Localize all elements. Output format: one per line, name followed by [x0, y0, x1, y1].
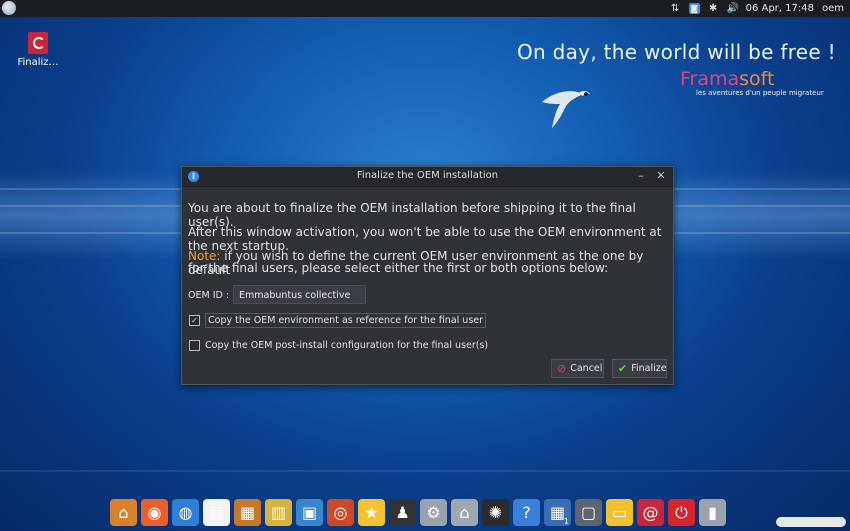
- finalize-button[interactable]: ✔ Finalize: [612, 359, 667, 378]
- debian-icon[interactable]: @: [637, 499, 664, 526]
- network-transfer-icon[interactable]: ⇅: [670, 3, 681, 14]
- framasoft-tagline: les aventures d'un peuple migrateur: [696, 89, 824, 97]
- debian-icon: [28, 32, 48, 54]
- firefox-icon[interactable]: ◉: [141, 499, 168, 526]
- system-tray: ⇅ ◙ ✱ 🔊 06 Apr, 17:48 oem: [670, 0, 844, 17]
- settings-gear-icon[interactable]: ⚙: [420, 499, 447, 526]
- workspaces-icon[interactable]: ▦ 1: [544, 499, 571, 526]
- cancel-icon: ⊘: [557, 362, 567, 375]
- trash-icon[interactable]: ▮: [699, 499, 726, 526]
- clock[interactable]: 06 Apr, 17:48: [746, 3, 814, 14]
- dialog-title: Finalize the OEM installation: [356, 170, 499, 181]
- dialog-titlebar[interactable]: i Finalize the OEM installation – ✕: [182, 167, 673, 187]
- media-player-icon[interactable]: ◎: [327, 499, 354, 526]
- option-copy-environment[interactable]: ✓ Copy the OEM environment as reference …: [189, 313, 487, 328]
- note-line-2: for the final users, please select eithe…: [188, 261, 609, 275]
- menu-icon[interactable]: [2, 1, 16, 15]
- desktop-icon-label: Finaliz…: [17, 57, 59, 68]
- workspace-number: 1: [563, 517, 569, 526]
- notes-icon[interactable]: ▭: [606, 499, 633, 526]
- window-manager-icon[interactable]: ▢: [575, 499, 602, 526]
- oem-id-label: OEM ID :: [188, 290, 230, 301]
- wallpaper-slogan: On day, the world will be free !: [516, 40, 836, 64]
- framasoft-logo: Framasoft: [680, 68, 775, 90]
- close-button[interactable]: ✕: [654, 169, 668, 183]
- option-copy-post-install[interactable]: Copy the OEM post-install configuration …: [189, 340, 488, 351]
- clapper-icon[interactable]: ▥: [265, 499, 292, 526]
- swallow-bird-icon: [542, 90, 590, 128]
- oem-id-input[interactable]: Emmabuntus collective: [233, 285, 366, 304]
- cancel-button[interactable]: ⊘ Cancel: [551, 359, 604, 378]
- top-panel: ⇅ ◙ ✱ 🔊 06 Apr, 17:48 oem: [0, 0, 850, 17]
- document-icon[interactable]: ▤: [203, 499, 230, 526]
- power-icon[interactable]: ⏻: [668, 499, 695, 526]
- globe-icon[interactable]: ◍: [172, 499, 199, 526]
- photo-icon[interactable]: ▣: [296, 499, 323, 526]
- house-settings-icon[interactable]: ⌂: [451, 499, 478, 526]
- option-label: Copy the OEM environment as reference fo…: [205, 313, 487, 328]
- checkbox-unchecked-icon[interactable]: [189, 340, 200, 351]
- minimize-button[interactable]: –: [634, 169, 648, 183]
- help-icon[interactable]: ?: [513, 499, 540, 526]
- network-icon[interactable]: ✺: [482, 499, 509, 526]
- star-icon[interactable]: ★: [358, 499, 385, 526]
- finalize-oem-dialog: i Finalize the OEM installation – ✕ You …: [181, 166, 674, 385]
- wallpaper-streak: [0, 470, 850, 472]
- volume-icon[interactable]: 🔊: [727, 3, 739, 14]
- tux-icon[interactable]: ♟: [389, 499, 416, 526]
- checkbox-checked-icon[interactable]: ✓: [189, 315, 200, 326]
- network-icon[interactable]: ◙: [688, 3, 700, 14]
- dock: ⌂ ◉ ◍ ▤ ▦ ▥ ▣ ◎ ★ ♟ ⚙ ⌂ ✺? ▦ 1 ▢ ▭ @ ⏻ ▮: [110, 486, 740, 526]
- home-icon[interactable]: ⌂: [110, 499, 137, 526]
- film-icon[interactable]: ▦: [234, 499, 261, 526]
- gabrielsoftware-logo: [776, 517, 846, 527]
- desktop-icon-finalize[interactable]: Finaliz…: [14, 32, 62, 68]
- update-icon[interactable]: ✱: [708, 3, 719, 14]
- option-label: Copy the OEM post-install configuration …: [205, 340, 489, 351]
- check-icon: ✔: [618, 362, 628, 375]
- username[interactable]: oem: [822, 3, 844, 14]
